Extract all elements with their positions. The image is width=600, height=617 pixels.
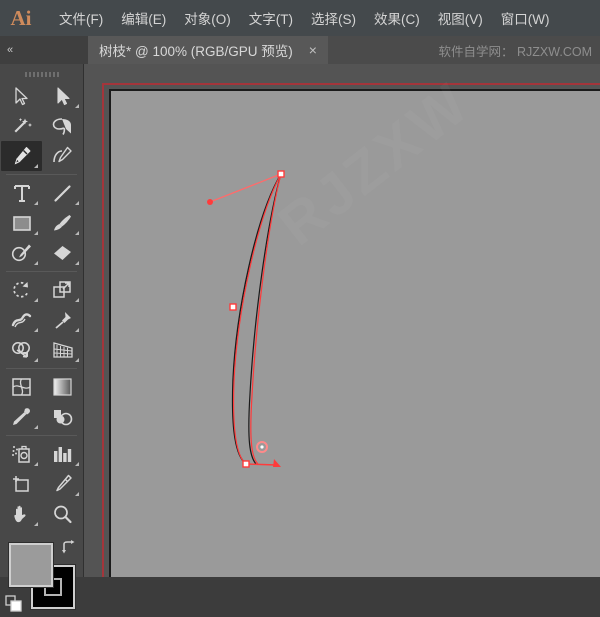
- menu-select[interactable]: 选择(S): [302, 5, 365, 31]
- document-canvas[interactable]: RJZXW: [84, 64, 600, 577]
- close-icon[interactable]: ×: [309, 43, 317, 57]
- menu-file[interactable]: 文件(F): [50, 5, 112, 31]
- default-fill-stroke-icon[interactable]: [5, 595, 23, 613]
- menu-type[interactable]: 文字(T): [240, 5, 302, 31]
- tools-panel-grabber[interactable]: [0, 64, 83, 81]
- fill-swatch[interactable]: [8, 542, 54, 588]
- menu-items: 文件(F) 编辑(E) 对象(O) 文字(T) 选择(S) 效果(C) 视图(V…: [50, 0, 558, 36]
- symbol-sprayer-tool[interactable]: [1, 439, 42, 469]
- flyout-corner-icon: [34, 261, 38, 265]
- lasso-tool[interactable]: [42, 111, 83, 141]
- rotate-tool[interactable]: [1, 275, 42, 305]
- document-tab[interactable]: 树枝* @ 100% (RGB/GPU 预览) ×: [88, 36, 328, 64]
- menu-bar: Ai 文件(F) 编辑(E) 对象(O) 文字(T) 选择(S) 效果(C) 视…: [0, 0, 600, 36]
- free-transform-tool[interactable]: [42, 305, 83, 335]
- tools-panel: [0, 64, 84, 612]
- app-logo-icon: Ai: [10, 5, 32, 30]
- flyout-corner-icon: [34, 358, 38, 362]
- tool-grid-1: [0, 81, 83, 171]
- menu-view[interactable]: 视图(V): [429, 5, 492, 31]
- flyout-corner-icon: [34, 201, 38, 205]
- shaper-pencil-tool[interactable]: [1, 238, 42, 268]
- toolbar-divider: [6, 435, 77, 436]
- flyout-corner-icon: [34, 462, 38, 466]
- flyout-corner-icon: [75, 358, 79, 362]
- menu-window[interactable]: 窗口(W): [492, 5, 559, 31]
- blend-tool[interactable]: [42, 402, 83, 432]
- scale-tool[interactable]: [42, 275, 83, 305]
- swap-fill-stroke-icon[interactable]: [61, 539, 77, 555]
- flyout-corner-icon: [75, 201, 79, 205]
- tool-grid-2: [0, 178, 83, 268]
- column-graph-tool[interactable]: [42, 439, 83, 469]
- curvature-tool[interactable]: [42, 141, 83, 171]
- artboard: RJZXW: [109, 89, 600, 577]
- shape-builder-tool[interactable]: [1, 335, 42, 365]
- line-segment-tool[interactable]: [42, 178, 83, 208]
- menu-edit[interactable]: 编辑(E): [112, 5, 175, 31]
- eyedropper-tool[interactable]: [1, 402, 42, 432]
- selection-tool[interactable]: [1, 81, 42, 111]
- rectangle-tool[interactable]: [1, 208, 42, 238]
- flyout-corner-icon: [34, 425, 38, 429]
- artboard-tool[interactable]: [1, 469, 42, 499]
- flyout-corner-icon: [34, 231, 38, 235]
- document-tab-title: 树枝* @ 100% (RGB/GPU 预览): [99, 44, 293, 59]
- flyout-corner-icon: [34, 298, 38, 302]
- mesh-tool[interactable]: [1, 372, 42, 402]
- flyout-corner-icon: [34, 522, 38, 526]
- tool-grid-4: [0, 372, 83, 432]
- gradient-tool[interactable]: [42, 372, 83, 402]
- width-tool[interactable]: [1, 305, 42, 335]
- toolbar-divider: [6, 174, 77, 175]
- panel-collapse-area[interactable]: «: [0, 36, 88, 64]
- flyout-corner-icon: [75, 231, 79, 235]
- site-watermark: 软件自学网： RJZXW.COM: [438, 44, 592, 59]
- slice-tool[interactable]: [42, 469, 83, 499]
- collapse-panel-icon[interactable]: «: [7, 44, 13, 56]
- flyout-corner-icon: [34, 164, 38, 168]
- canvas-watermark: RJZXW: [266, 69, 483, 259]
- tool-grid-5: [0, 439, 83, 529]
- pen-tool[interactable]: [1, 141, 42, 171]
- flyout-corner-icon: [34, 328, 38, 332]
- hand-tool[interactable]: [1, 499, 42, 529]
- fill-stroke-controls: [0, 535, 83, 617]
- toolbar-divider: [6, 271, 77, 272]
- perspective-grid-tool[interactable]: [42, 335, 83, 365]
- flyout-corner-icon: [75, 462, 79, 466]
- flyout-corner-icon: [75, 492, 79, 496]
- flyout-corner-icon: [75, 261, 79, 265]
- type-tool[interactable]: [1, 178, 42, 208]
- flyout-corner-icon: [75, 328, 79, 332]
- paintbrush-tool[interactable]: [42, 208, 83, 238]
- toolbar-divider: [6, 368, 77, 369]
- direct-selection-tool[interactable]: [42, 81, 83, 111]
- magic-wand-tool[interactable]: [1, 111, 42, 141]
- document-tab-bar: « 树枝* @ 100% (RGB/GPU 预览) × 软件自学网： RJZXW…: [0, 36, 600, 64]
- menu-object[interactable]: 对象(O): [175, 5, 240, 31]
- eraser-tool[interactable]: [42, 238, 83, 268]
- flyout-corner-icon: [75, 104, 79, 108]
- zoom-tool[interactable]: [42, 499, 83, 529]
- menu-effect[interactable]: 效果(C): [365, 5, 429, 31]
- tool-grid-3: [0, 275, 83, 365]
- illustrator-window: Ai 文件(F) 编辑(E) 对象(O) 文字(T) 选择(S) 效果(C) 视…: [0, 0, 600, 612]
- flyout-corner-icon: [75, 298, 79, 302]
